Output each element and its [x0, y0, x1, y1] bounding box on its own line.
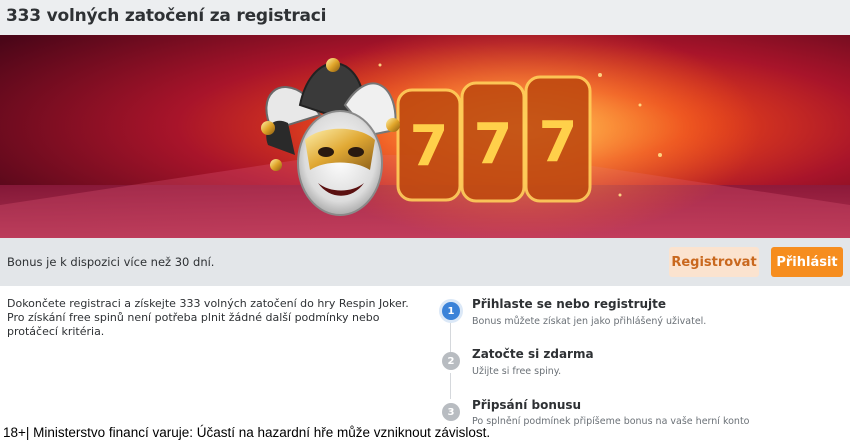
bonus-description: Dokončete registraci a získejte 333 voln… [7, 297, 409, 338]
slot-reels: 7 7 7 [396, 75, 592, 203]
step-title: Zatočte si zdarma [472, 347, 594, 361]
gambling-disclaimer: 18+| Ministerstvo financí varuje: Účastí… [3, 425, 491, 440]
step-number-badge: 2 [442, 352, 460, 370]
bonus-bar: Bonus je k dispozici více než 30 dní. Re… [0, 238, 850, 286]
page-title: 333 volných zatočení za registraci [6, 6, 327, 26]
page-header: 333 volných zatočení za registraci [0, 0, 850, 35]
step-subtitle: Užijte si free spiny. [472, 366, 562, 377]
step-title: Připsání bonusu [472, 398, 582, 412]
promo-banner: 7 7 7 [0, 35, 850, 238]
step-connector [450, 373, 451, 399]
step-subtitle: Po splnění podmínek připíšeme bonus na v… [472, 416, 750, 427]
slot-seven-1: 7 [410, 114, 449, 179]
step-number-badge: 3 [442, 403, 460, 421]
step-number-badge: 1 [442, 302, 460, 320]
login-button[interactable]: Přihlásit [771, 247, 843, 277]
bonus-availability-note: Bonus je k dispozici více než 30 dní. [7, 255, 215, 269]
slot-seven-3: 7 [539, 110, 578, 175]
register-button[interactable]: Registrovat [669, 247, 759, 277]
slot-seven-2: 7 [474, 112, 513, 177]
step-title: Přihlaste se nebo registrujte [472, 297, 667, 311]
banner-artwork: 7 7 7 [0, 35, 850, 238]
step-subtitle: Bonus můžete získat jen jako přihlášený … [472, 316, 707, 327]
